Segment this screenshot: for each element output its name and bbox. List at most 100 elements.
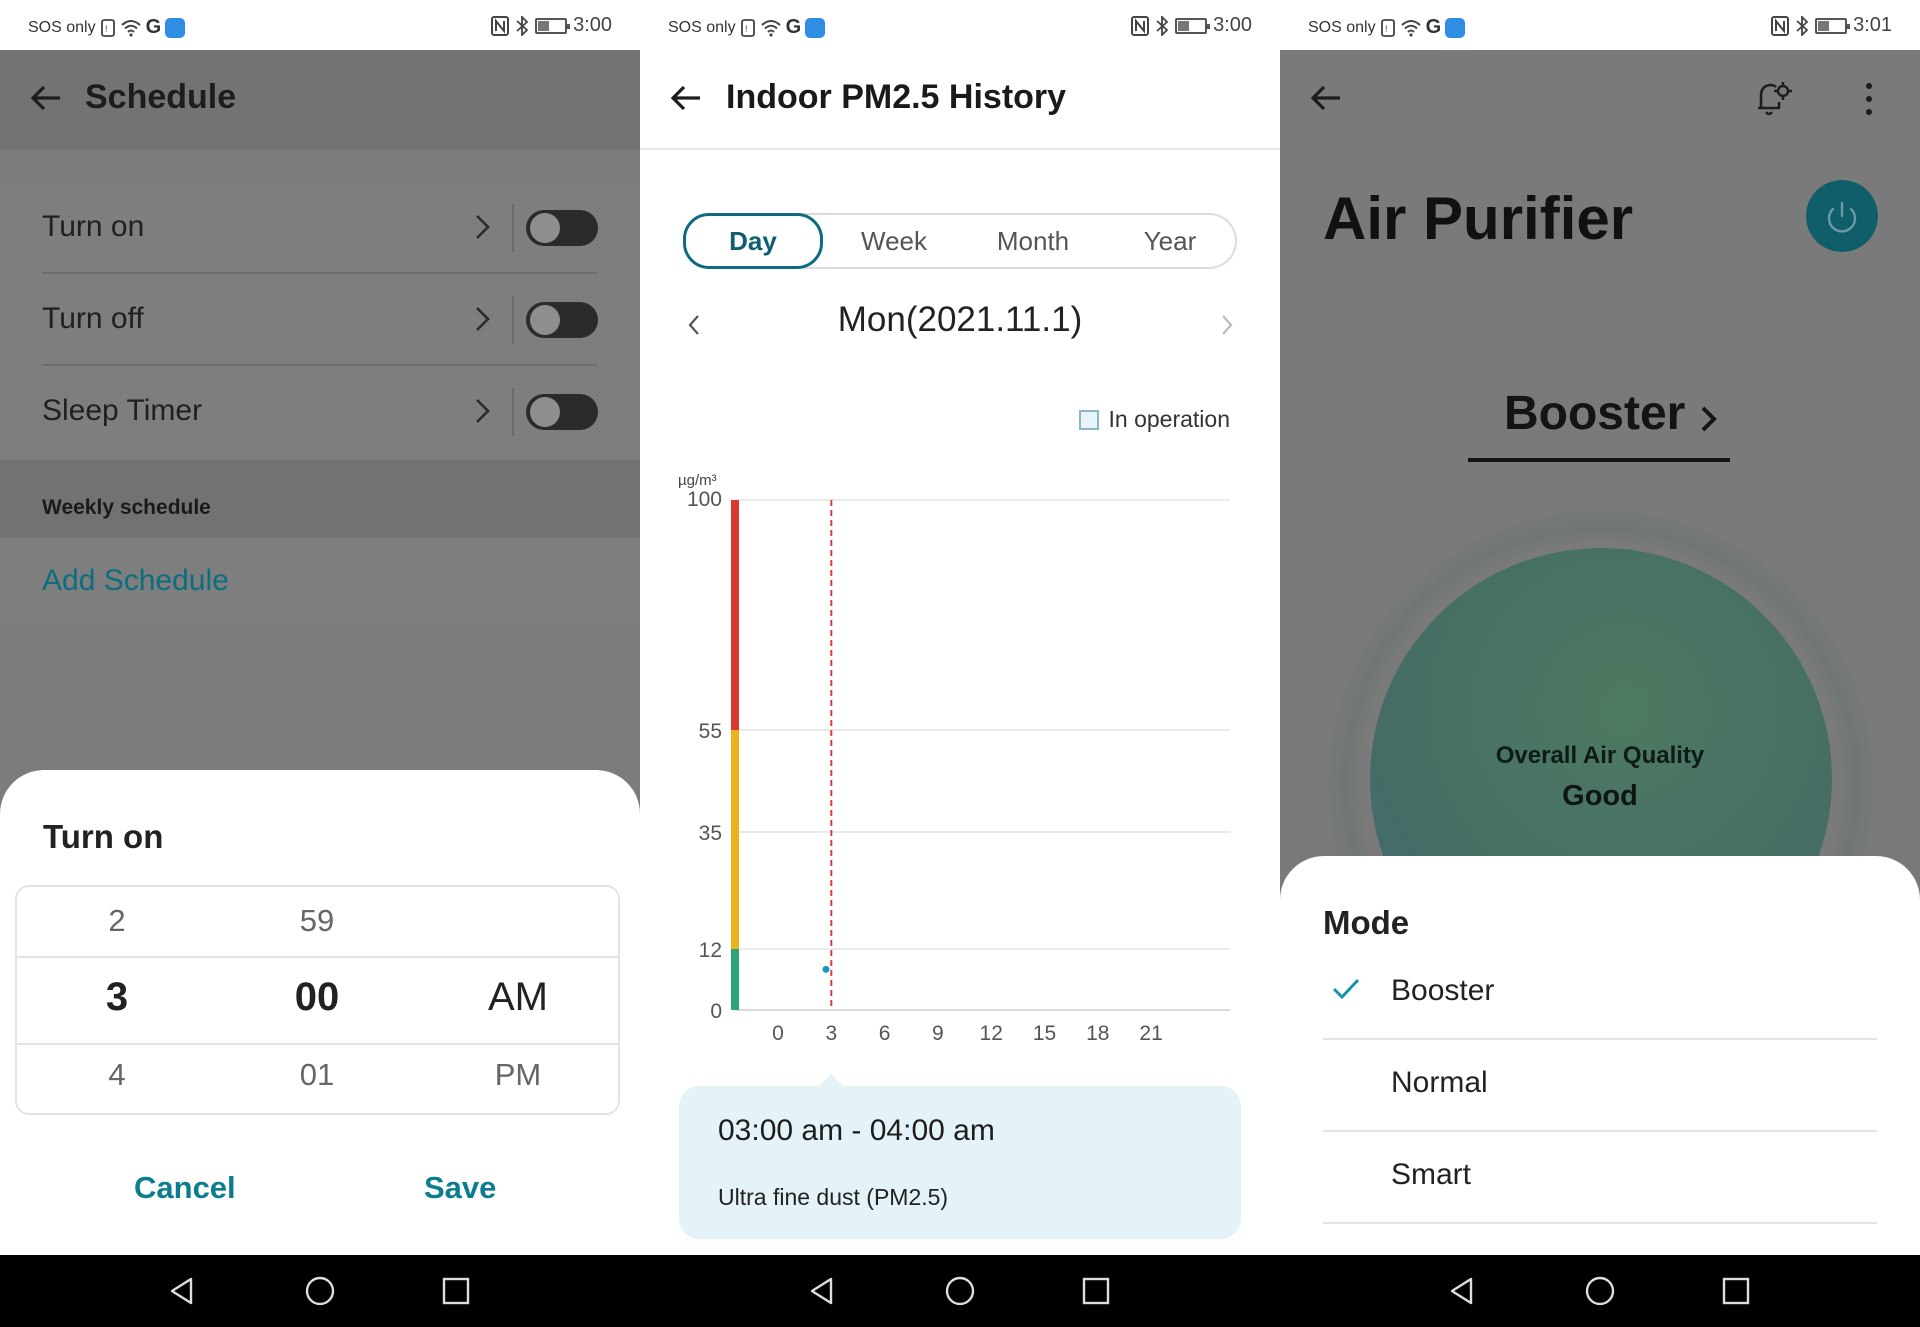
divider xyxy=(512,296,514,344)
save-button[interactable]: Save xyxy=(424,1170,496,1206)
svg-text:!: ! xyxy=(745,24,748,34)
system-nav-bar xyxy=(0,1255,640,1327)
minute-next[interactable]: 01 xyxy=(257,1057,377,1093)
turn-on-label: Turn on xyxy=(42,210,145,243)
level-band xyxy=(731,730,739,949)
bluetooth-icon xyxy=(1156,15,1169,36)
minute-prev[interactable]: 59 xyxy=(257,903,377,939)
mode-selector[interactable]: Booster xyxy=(1468,382,1730,462)
y-tick-label: 0 xyxy=(710,1000,722,1023)
ampm-selected[interactable]: AM xyxy=(458,975,578,1020)
y-tick-label: 55 xyxy=(699,720,722,743)
date-label: Mon(2021.11.1) xyxy=(837,300,1083,339)
x-tick-label: 9 xyxy=(932,1022,944,1045)
tab-day[interactable]: Day xyxy=(683,213,823,269)
google-icon: G xyxy=(1425,16,1442,38)
x-tick-label: 3 xyxy=(825,1022,837,1045)
weekly-schedule-section: Weekly schedule xyxy=(0,460,640,538)
sleep-timer-toggle[interactable] xyxy=(526,394,598,430)
bluetooth-icon xyxy=(516,15,529,36)
chevron-right-icon xyxy=(476,215,490,239)
app-notification-icon xyxy=(805,17,826,38)
tab-month[interactable]: Month xyxy=(965,215,1101,267)
y-axis-unit: µg/m³ xyxy=(678,472,717,489)
schedule-list: Turn on Turn off Sleep Timer xyxy=(0,182,640,460)
app-notification-icon xyxy=(1445,17,1466,38)
turn-off-row[interactable]: Turn off xyxy=(42,274,598,366)
x-tick-label: 0 xyxy=(772,1022,784,1045)
hour-next[interactable]: 4 xyxy=(57,1057,177,1093)
divider xyxy=(512,204,514,252)
mode-option-label: Smart xyxy=(1391,1158,1472,1191)
nfc-icon xyxy=(491,15,510,36)
nav-recents-icon[interactable] xyxy=(1080,1275,1112,1307)
tab-week[interactable]: Week xyxy=(829,215,959,267)
nav-back-icon[interactable] xyxy=(166,1275,198,1307)
legend-swatch xyxy=(1078,409,1099,430)
time-picker[interactable]: 2 3 4 59 00 01 AM PM xyxy=(15,885,620,1115)
wifi-icon xyxy=(1400,19,1421,37)
back-arrow-icon[interactable] xyxy=(668,80,704,116)
power-button[interactable] xyxy=(1806,180,1878,252)
x-tick-label: 12 xyxy=(980,1022,1003,1045)
x-tick-label: 18 xyxy=(1086,1022,1109,1045)
svg-text:!: ! xyxy=(105,24,108,34)
ampm-next[interactable]: PM xyxy=(458,1057,578,1093)
nav-back-icon[interactable] xyxy=(806,1275,838,1307)
checkmark-icon xyxy=(1332,978,1360,1000)
nav-home-icon[interactable] xyxy=(944,1275,976,1307)
x-tick-label: 6 xyxy=(879,1022,891,1045)
cancel-button[interactable]: Cancel xyxy=(134,1170,236,1206)
google-icon: G xyxy=(785,16,802,38)
x-tick-label: 21 xyxy=(1139,1022,1162,1045)
nav-home-icon[interactable] xyxy=(1584,1275,1616,1307)
nav-back-icon[interactable] xyxy=(1446,1275,1478,1307)
divider xyxy=(512,388,514,436)
status-bar: SOS only ! G 3:00 xyxy=(640,0,1280,50)
mode-option-normal[interactable]: Normal xyxy=(1323,1040,1877,1132)
y-tick-label: 100 xyxy=(687,488,722,511)
system-nav-bar xyxy=(640,1255,1280,1327)
turn-on-row[interactable]: Turn on xyxy=(42,182,598,274)
more-options-icon[interactable] xyxy=(1862,80,1876,120)
wifi-icon xyxy=(760,19,781,37)
turn-off-toggle[interactable] xyxy=(526,302,598,338)
sheet-title: Mode xyxy=(1323,904,1410,941)
hour-prev[interactable]: 2 xyxy=(57,903,177,939)
tab-year[interactable]: Year xyxy=(1105,215,1235,267)
minute-selected[interactable]: 00 xyxy=(257,975,377,1020)
pm25-chart: µg/m³ 0 12 35 55 100 0 3 6 9 12 15 18 21 xyxy=(678,472,1230,1045)
toggle-knob xyxy=(530,397,560,427)
add-schedule-link[interactable]: Add Schedule xyxy=(42,564,229,598)
nfc-icon xyxy=(1131,15,1150,36)
svg-text:!: ! xyxy=(1385,24,1388,34)
turn-on-toggle[interactable] xyxy=(526,210,598,246)
hour-tooltip: 03:00 am - 04:00 am Ultra fine dust (PM2… xyxy=(679,1074,1241,1239)
add-schedule-row: Add Schedule xyxy=(0,538,640,626)
tooltip-time-range: 03:00 am - 04:00 am xyxy=(718,1114,995,1147)
mode-sheet: Mode Booster Normal Smart xyxy=(1280,856,1920,1255)
x-tick-label: 15 xyxy=(1033,1022,1056,1045)
nav-recents-icon[interactable] xyxy=(1720,1275,1752,1307)
nav-recents-icon[interactable] xyxy=(440,1275,472,1307)
nav-home-icon[interactable] xyxy=(304,1275,336,1307)
alarm-settings-icon[interactable] xyxy=(1750,76,1794,120)
mode-option-booster[interactable]: Booster xyxy=(1323,948,1877,1040)
period-tabs: Day Week Month Year xyxy=(683,213,1237,269)
wifi-icon xyxy=(120,19,141,37)
back-arrow-icon[interactable] xyxy=(28,80,64,116)
legend-label: In operation xyxy=(1108,406,1230,432)
mode-option-label: Booster xyxy=(1391,974,1495,1007)
clock: 3:00 xyxy=(1213,14,1252,36)
sleep-timer-row[interactable]: Sleep Timer xyxy=(42,366,598,458)
back-arrow-icon[interactable] xyxy=(1308,80,1344,116)
power-icon xyxy=(1827,201,1857,233)
y-tick-label: 12 xyxy=(699,939,722,962)
mode-option-smart[interactable]: Smart xyxy=(1323,1132,1877,1224)
current-mode-label: Booster xyxy=(1504,387,1686,440)
clock: 3:01 xyxy=(1853,14,1892,36)
hour-selected[interactable]: 3 xyxy=(57,975,177,1020)
battery-icon xyxy=(1815,17,1851,34)
chevron-right-icon xyxy=(476,307,490,331)
chevron-right-icon xyxy=(476,399,490,423)
